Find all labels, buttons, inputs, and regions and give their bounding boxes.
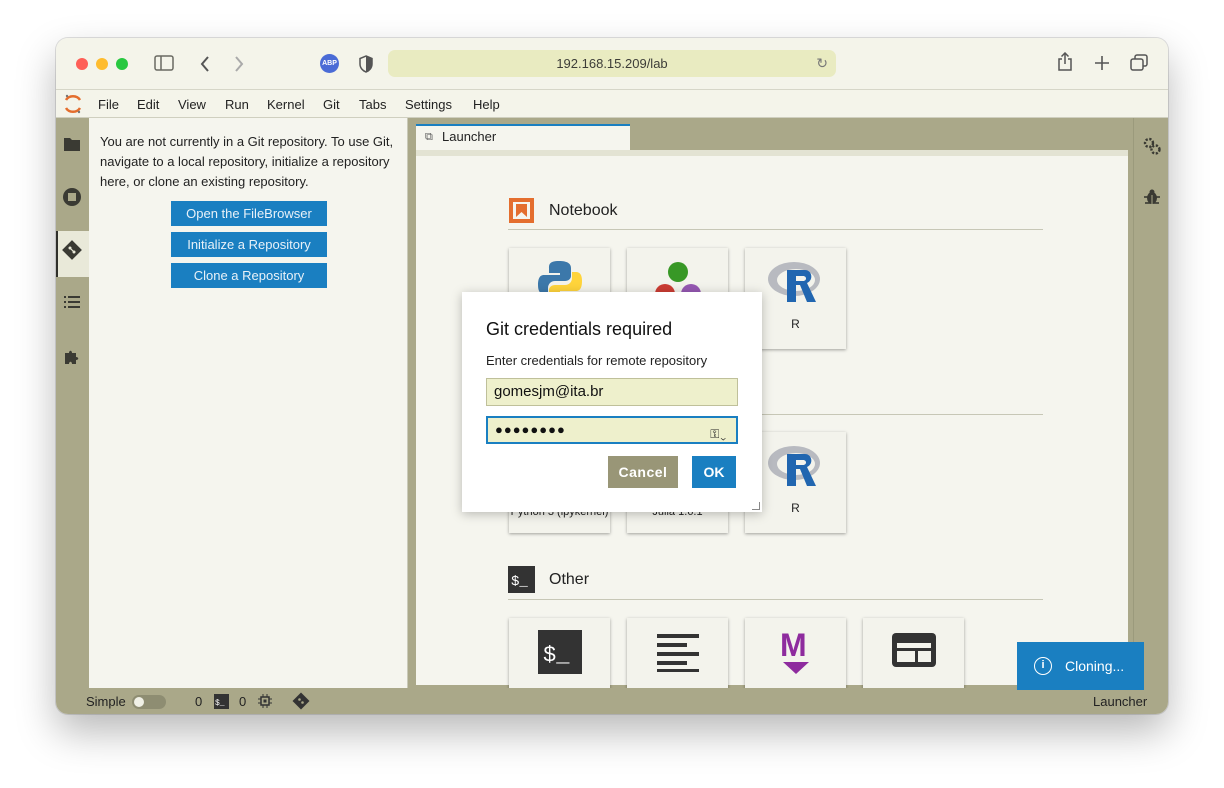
right-sidebar-rail	[1133, 118, 1168, 688]
password-key-icon[interactable]: ⚿⌄	[710, 422, 727, 446]
other-section-divider	[508, 599, 1043, 600]
tab-overview-icon[interactable]	[1130, 54, 1149, 72]
ok-button[interactable]: OK	[692, 456, 736, 488]
dialog-resize-grip[interactable]	[752, 502, 760, 510]
cloning-notification-text: Cloning...	[1065, 658, 1125, 674]
privacy-shield-icon[interactable]	[358, 55, 374, 73]
menu-bar: File Edit View Run Kernel Git Tabs Setti…	[56, 90, 1168, 118]
toc-icon[interactable]	[63, 294, 81, 310]
git-credentials-dialog: Git credentials required Enter credentia…	[462, 292, 762, 512]
jupyter-logo-icon	[64, 94, 82, 114]
status-bar: Simple 0 $_ 0 Launcher	[56, 688, 1168, 714]
svg-text:$_: $_	[511, 574, 528, 590]
other-section-title: Other	[549, 571, 590, 588]
notebook-section-icon	[509, 198, 534, 223]
running-icon[interactable]	[62, 187, 82, 207]
property-inspector-icon[interactable]	[1142, 136, 1162, 156]
simple-mode-toggle[interactable]	[132, 695, 166, 709]
git-status-icon[interactable]	[292, 692, 310, 710]
minimize-window-button[interactable]	[96, 58, 108, 70]
browser-window: ABP 192.168.15.209/lab ↻ File Edit View …	[56, 38, 1168, 714]
username-value: gomesjm@ita.br	[494, 383, 604, 400]
open-filebrowser-button[interactable]: Open the FileBrowser	[171, 201, 327, 226]
address-bar-text: 192.168.15.209/lab	[556, 56, 668, 71]
zoom-window-button[interactable]	[116, 58, 128, 70]
menu-view[interactable]: View	[178, 97, 206, 112]
password-field[interactable]: ●●●●●●●● ⚿⌄	[486, 416, 738, 444]
git-icon[interactable]	[62, 240, 82, 260]
r-logo-icon	[768, 262, 820, 302]
menu-run[interactable]: Run	[225, 97, 249, 112]
notebook-section-title: Notebook	[549, 202, 618, 219]
git-panel: You are not currently in a Git repositor…	[89, 118, 408, 688]
dialog-description: Enter credentials for remote repository	[486, 353, 708, 368]
terminals-count: 0	[239, 694, 247, 709]
cloning-notification: i Cloning...	[1017, 642, 1144, 690]
dialog-title: Git credentials required	[486, 319, 673, 339]
menu-settings[interactable]: Settings	[405, 97, 452, 112]
cancel-button[interactable]: Cancel	[608, 456, 678, 488]
launcher-tab-icon: ⧉	[425, 131, 433, 143]
debugger-bug-icon[interactable]	[1143, 188, 1161, 206]
svg-text:M: M	[780, 628, 807, 663]
close-window-button[interactable]	[76, 58, 88, 70]
status-bar-current-tab: Launcher	[1093, 694, 1148, 709]
markdown-icon: M	[780, 628, 809, 674]
terminal-icon: $_	[538, 630, 582, 674]
svg-text:$_: $_	[215, 699, 225, 708]
menu-edit[interactable]: Edit	[137, 97, 159, 112]
menu-help[interactable]: Help	[473, 97, 500, 112]
menu-file[interactable]: File	[98, 97, 119, 112]
back-arrow-icon[interactable]	[199, 55, 211, 73]
menu-tabs[interactable]: Tabs	[359, 97, 386, 112]
text-file-icon	[657, 634, 699, 672]
initialize-repository-button[interactable]: Initialize a Repository	[171, 232, 327, 257]
terminal-status-icon: $_	[214, 694, 229, 709]
forward-arrow-icon[interactable]	[233, 55, 245, 73]
terminal-card[interactable]: $_	[509, 618, 610, 691]
svg-text:$_: $_	[543, 643, 570, 668]
menu-git[interactable]: Git	[323, 97, 340, 112]
text-file-card[interactable]	[627, 618, 728, 691]
sidebar-toggle-icon[interactable]	[154, 55, 174, 71]
r-console-logo-icon	[768, 446, 820, 486]
clone-repository-button[interactable]: Clone a Repository	[171, 263, 327, 288]
git-panel-message: You are not currently in a Git repositor…	[100, 134, 394, 189]
tab-launcher-label: Launcher	[442, 129, 497, 144]
share-icon[interactable]	[1057, 52, 1073, 72]
username-field[interactable]: gomesjm@ita.br	[486, 378, 738, 406]
markdown-file-card[interactable]: M	[745, 618, 846, 691]
browser-toolbar: ABP 192.168.15.209/lab ↻	[56, 38, 1168, 90]
address-bar[interactable]: 192.168.15.209/lab ↻	[388, 50, 836, 77]
new-tab-icon[interactable]	[1094, 55, 1110, 71]
other-section-terminal-icon: $_	[508, 566, 535, 593]
contextual-help-card[interactable]	[863, 618, 964, 691]
folder-icon[interactable]	[63, 136, 81, 152]
left-sidebar-rail	[56, 118, 89, 688]
tab-launcher[interactable]: ⧉ Launcher	[416, 124, 630, 150]
info-icon: i	[1034, 657, 1052, 675]
notebook-section-divider	[508, 229, 1043, 230]
simple-mode-label: Simple	[86, 694, 126, 709]
kernels-count: 0	[195, 694, 203, 709]
adblock-extension-icon[interactable]: ABP	[320, 54, 339, 73]
contextual-help-icon	[892, 633, 936, 667]
kernel-status-icon	[258, 694, 272, 708]
menu-kernel[interactable]: Kernel	[267, 97, 305, 112]
reload-icon[interactable]: ↻	[816, 50, 828, 77]
extension-icon[interactable]	[63, 347, 81, 365]
password-value: ●●●●●●●●	[495, 422, 566, 437]
